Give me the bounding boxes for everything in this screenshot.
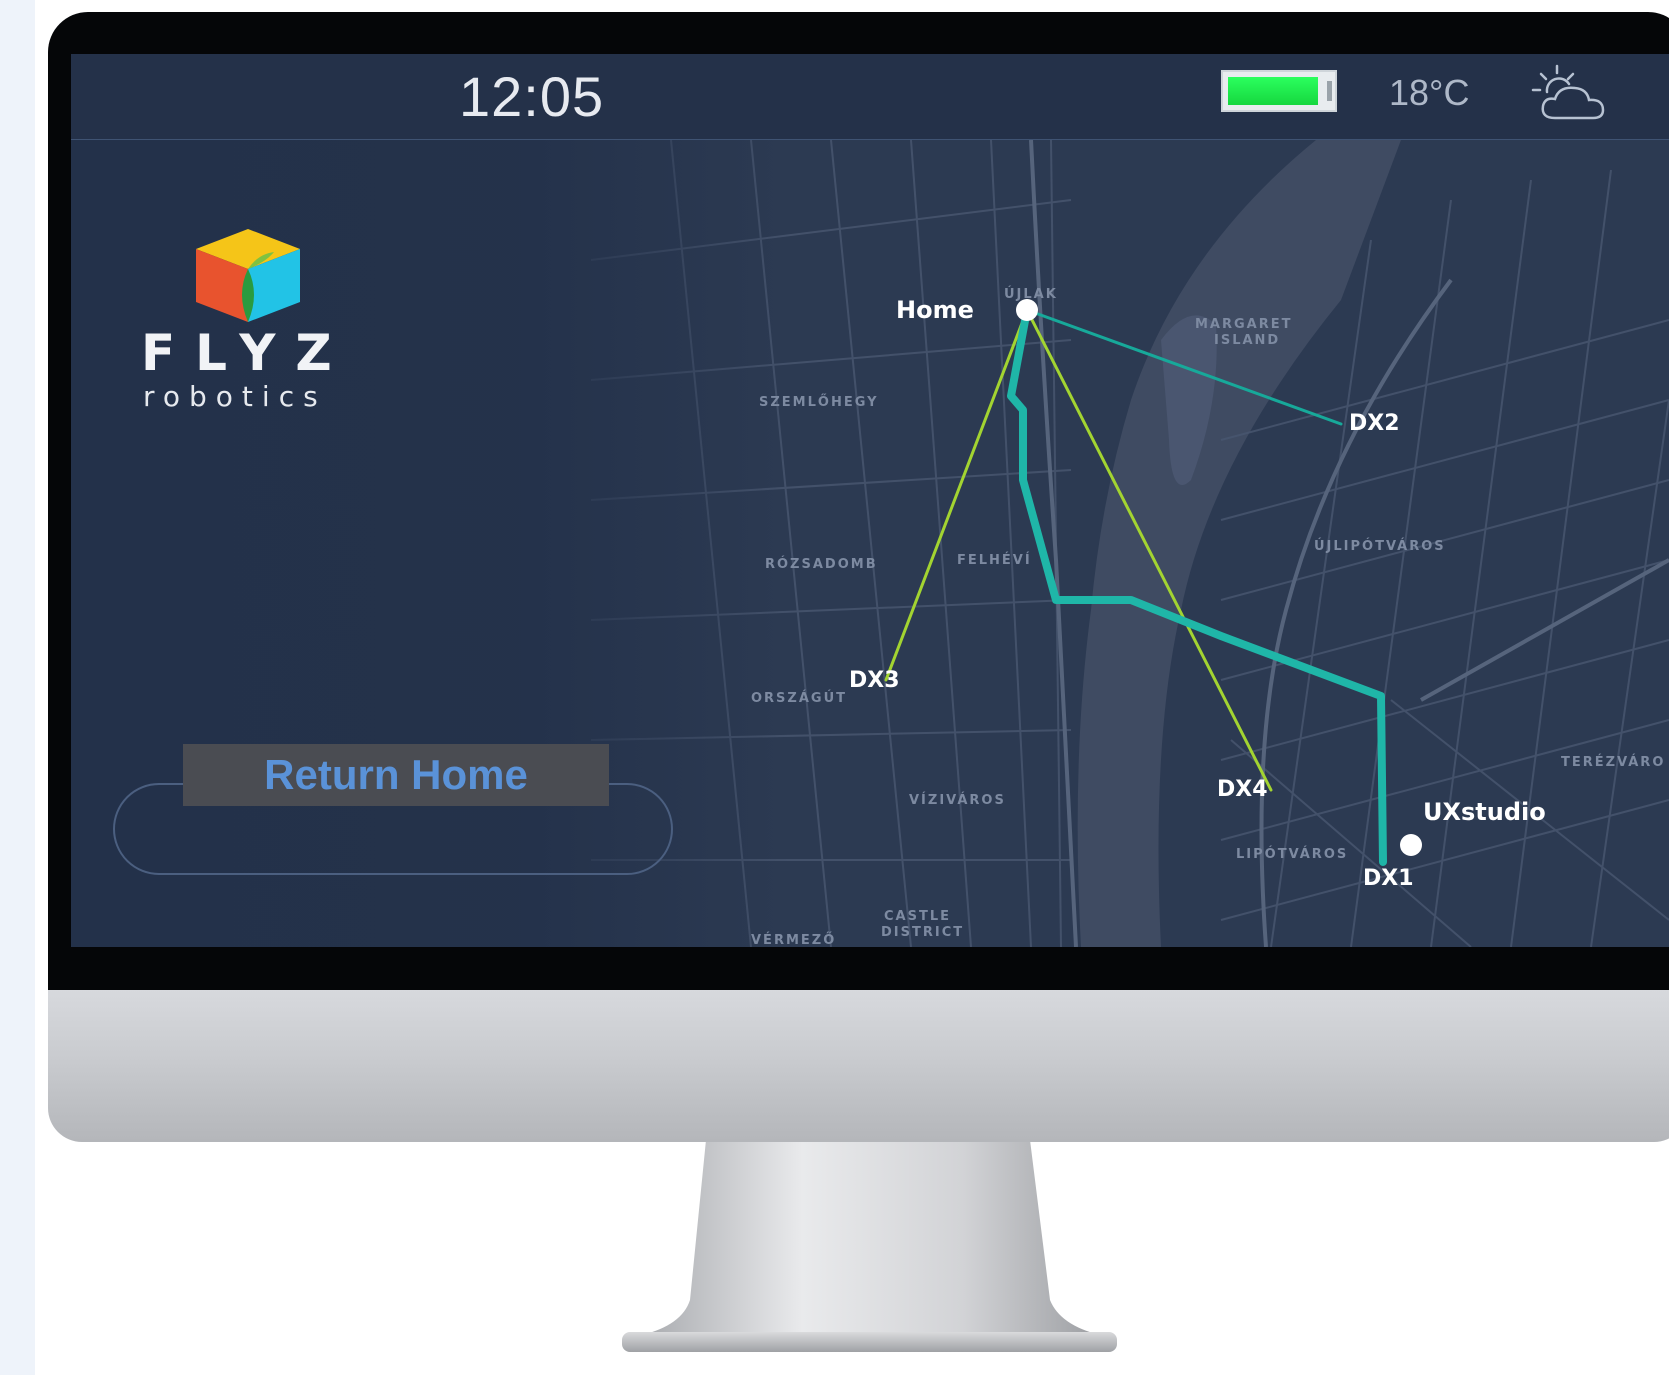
- district-label: TERÉZVÁRO: [1561, 754, 1665, 770]
- uxstudio-marker[interactable]: [1400, 834, 1422, 856]
- brand-subtitle: robotics: [143, 380, 327, 413]
- status-bar: 12:05 18°C: [71, 54, 1669, 140]
- district-label: ISLAND: [1214, 333, 1280, 348]
- district-label: VÍZIVÁROS: [909, 792, 1006, 808]
- district-label: FELHÉVÍ: [957, 552, 1032, 568]
- district-label: DISTRICT: [881, 925, 964, 940]
- battery-tip: [1327, 81, 1332, 101]
- monitor-stand: [622, 1140, 1117, 1352]
- battery-level-fill: [1228, 77, 1319, 105]
- return-home-button[interactable]: Return Home: [183, 744, 609, 806]
- district-label: VÉRMEZŐ: [751, 932, 836, 947]
- district-label: MARGARET: [1195, 317, 1293, 332]
- temperature-readout: 18°C: [1389, 72, 1470, 113]
- district-label: RÓZSADOMB: [765, 556, 878, 572]
- location-label-dx4: DX4: [1217, 777, 1268, 802]
- clock: 12:05: [459, 65, 605, 128]
- location-label-home: Home: [896, 296, 974, 324]
- district-label: ORSZÁGÚT: [751, 690, 847, 706]
- home-marker[interactable]: [1016, 299, 1038, 321]
- location-label-dx3: DX3: [849, 668, 900, 693]
- app-screen: ÚJLAK MARGARET ISLAND SZEMLŐHEGY RÓZSADO…: [71, 54, 1669, 947]
- district-label: SZEMLŐHEGY: [759, 394, 879, 410]
- cube-logo-icon: [196, 229, 300, 322]
- location-label-uxstudio: UXstudio: [1423, 798, 1546, 826]
- district-label: ÚJLAK: [1004, 286, 1058, 302]
- battery-icon: [1221, 70, 1337, 112]
- brand-name: FLYZ: [141, 324, 352, 382]
- partly-cloudy-icon: [1531, 64, 1605, 120]
- district-label: ÚJLIPÓTVÁROS: [1314, 538, 1446, 554]
- monitor-chin: [48, 990, 1669, 1142]
- district-label: CASTLE: [884, 909, 951, 924]
- district-label: LIPÓTVÁROS: [1236, 846, 1348, 862]
- location-label-dx2: DX2: [1349, 411, 1400, 436]
- location-label-dx1: DX1: [1363, 866, 1414, 891]
